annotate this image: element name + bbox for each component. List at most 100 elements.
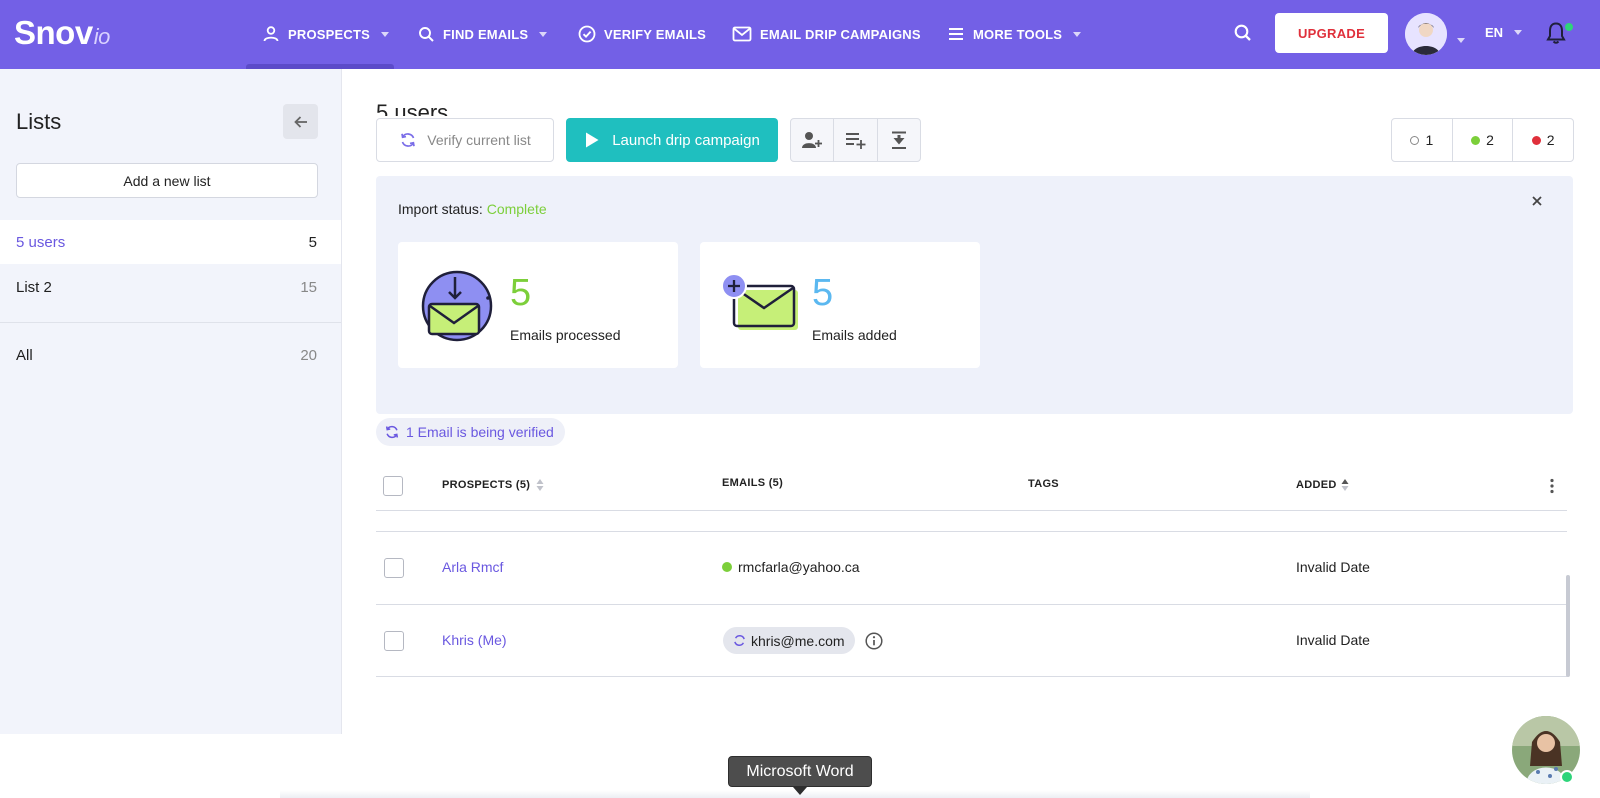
lists-sidebar: Lists Add a new list 5 users 5 List 2 15… — [0, 69, 342, 734]
sidebar-item-label: All — [16, 346, 33, 364]
sidebar-item-count: 15 — [300, 278, 317, 296]
sidebar-divider — [0, 322, 341, 323]
emails-added-card: 5 Emails added — [700, 242, 980, 368]
prospect-email-chip: khris@me.com — [723, 627, 855, 654]
email-info-button[interactable] — [865, 632, 883, 655]
chevron-down-icon — [539, 31, 548, 37]
verification-progress-badge: 1 Email is being verified — [376, 418, 565, 446]
column-header-tags: TAGS — [1028, 478, 1059, 490]
emails-processed-value: 5 — [510, 272, 532, 314]
menu-icon — [949, 28, 963, 40]
tags-header-label: TAGS — [1028, 478, 1059, 490]
prospect-name-link[interactable]: Khris (Me) — [442, 632, 507, 648]
launch-drip-campaign-button[interactable]: Launch drip campaign — [566, 118, 778, 162]
status-valid-count: 2 — [1486, 132, 1494, 148]
nav-drip-label: EMAIL DRIP CAMPAIGNS — [760, 26, 921, 42]
search-icon — [1234, 24, 1251, 41]
arrow-left-icon — [293, 115, 307, 128]
chevron-down-icon — [380, 31, 389, 37]
table-row-divider — [376, 531, 1567, 532]
prospect-added-date: Invalid Date — [1296, 559, 1370, 575]
chevron-down-icon — [1073, 31, 1082, 37]
sort-ascending-icon — [1341, 479, 1349, 491]
status-invalid-filter[interactable]: 2 — [1513, 119, 1573, 161]
nav-verify-emails[interactable]: VERIFY EMAILS — [578, 22, 706, 46]
nav-prospects[interactable]: PROSPECTS — [262, 22, 389, 46]
tooltip-pointer — [793, 787, 807, 795]
language-selector[interactable]: EN — [1485, 25, 1523, 40]
row-select-checkbox[interactable] — [384, 558, 404, 578]
support-online-indicator — [1560, 770, 1574, 784]
table-row-divider — [376, 676, 1567, 677]
added-header-label: ADDED — [1296, 479, 1337, 491]
add-user-icon — [802, 132, 823, 148]
table-header-divider — [376, 510, 1567, 511]
download-icon — [891, 131, 906, 149]
sidebar-item-all[interactable]: All 20 — [0, 333, 341, 377]
table-scrollbar[interactable] — [1566, 575, 1570, 677]
taskbar-tooltip: Microsoft Word — [728, 756, 872, 787]
emails-processed-card: 5 Emails processed — [398, 242, 678, 368]
nav-more-tools[interactable]: MORE TOOLS — [947, 22, 1082, 46]
emails-header-label: EMAILS (5) — [722, 477, 784, 489]
export-button[interactable] — [878, 119, 920, 161]
add-to-list-button[interactable] — [834, 119, 878, 161]
collapse-sidebar-button[interactable] — [283, 104, 318, 139]
envelope-icon — [732, 26, 752, 42]
column-header-added[interactable]: ADDED — [1296, 478, 1349, 492]
valid-status-icon — [1471, 135, 1481, 145]
avatar-menu-toggle[interactable] — [1457, 30, 1465, 48]
notification-badge — [1563, 21, 1575, 33]
language-label: EN — [1485, 25, 1504, 40]
column-header-prospects[interactable]: PROSPECTS (5) — [442, 478, 544, 492]
snovio-logo[interactable]: Snovio — [14, 14, 110, 52]
email-download-icon — [421, 270, 493, 342]
emails-added-value: 5 — [812, 272, 834, 314]
table-column-options-button[interactable] — [1549, 478, 1555, 499]
list-actions-toolbar — [790, 118, 921, 162]
select-all-checkbox[interactable] — [383, 476, 403, 496]
prospect-name-link[interactable]: Arla Rmcf — [442, 559, 503, 575]
table-row-divider — [376, 604, 1567, 605]
sidebar-item-label: List 2 — [16, 278, 52, 296]
prospect-email: rmcfarla@yahoo.ca — [722, 559, 860, 575]
import-status-label: Import status: — [398, 201, 483, 217]
close-import-panel-button[interactable] — [1531, 194, 1543, 212]
nav-find-emails[interactable]: FIND EMAILS — [418, 22, 548, 46]
sidebar-item-label: 5 users — [16, 233, 66, 251]
play-icon — [586, 132, 599, 148]
close-icon — [1532, 196, 1542, 206]
verify-current-list-button[interactable]: Verify current list — [376, 118, 554, 162]
import-status-text: Import status: Complete — [398, 201, 547, 217]
status-unverified-filter[interactable]: 1 — [1392, 119, 1453, 161]
prospects-header-label: PROSPECTS (5) — [442, 479, 531, 491]
add-new-list-button[interactable]: Add a new list — [16, 163, 318, 198]
prospect-email-value: khris@me.com — [751, 632, 845, 649]
prospect-email-value: rmcfarla@yahoo.ca — [738, 559, 860, 575]
sidebar-item-list-2[interactable]: List 2 15 — [0, 265, 341, 309]
user-avatar-icon — [1405, 13, 1447, 55]
page-title: 5 users — [376, 100, 449, 116]
emails-processed-label: Emails processed — [510, 327, 621, 343]
refresh-icon — [401, 133, 416, 147]
import-status-panel: Import status: Complete 5 Emails process… — [376, 176, 1573, 414]
chevron-down-icon — [1457, 38, 1465, 43]
status-invalid-count: 2 — [1546, 132, 1555, 148]
add-prospect-button[interactable] — [791, 119, 835, 161]
top-navigation-bar: Snovio PROSPECTS FIND EMAILS VERIFY EMAI… — [0, 0, 1600, 69]
verification-status-filter: 1 2 2 — [1391, 118, 1574, 162]
sort-icon — [536, 479, 544, 491]
nav-find-emails-label: FIND EMAILS — [443, 26, 529, 42]
global-search-button[interactable] — [1233, 23, 1253, 48]
nav-email-drip-campaigns[interactable]: EMAIL DRIP CAMPAIGNS — [732, 22, 921, 46]
user-avatar[interactable] — [1405, 13, 1447, 55]
upgrade-button[interactable]: UPGRADE — [1275, 13, 1388, 53]
valid-email-status-icon — [722, 562, 732, 572]
playlist-add-icon — [846, 133, 866, 149]
chevron-down-icon — [1514, 30, 1523, 35]
sidebar-item-5-users[interactable]: 5 users 5 — [0, 220, 341, 264]
row-select-checkbox[interactable] — [384, 631, 404, 651]
verify-button-label: Verify current list — [427, 132, 531, 148]
status-valid-filter[interactable]: 2 — [1453, 119, 1514, 161]
emails-added-label: Emails added — [812, 327, 897, 343]
